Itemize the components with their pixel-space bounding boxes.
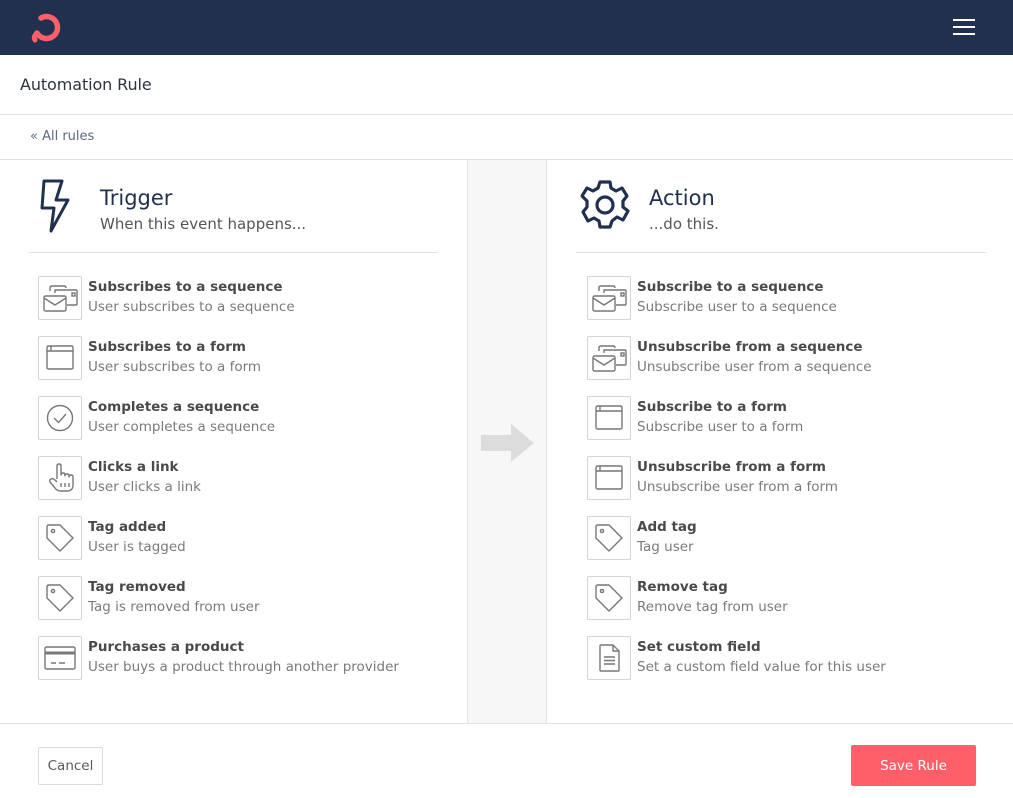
action-item-set-custom-field[interactable]: Set custom field Set a custom field valu… xyxy=(587,636,997,696)
item-description: User buys a product through another prov… xyxy=(88,659,399,675)
breadcrumb: « All rules xyxy=(0,115,1013,160)
item-description: Tag is removed from user xyxy=(88,599,260,615)
action-item-add-tag[interactable]: Add tag Tag user xyxy=(587,516,997,576)
item-title: Subscribe to a sequence xyxy=(637,279,824,295)
tag-icon xyxy=(38,576,82,620)
item-title: Add tag xyxy=(637,519,697,535)
item-description: Set a custom field value for this user xyxy=(637,659,886,675)
lightning-bolt-icon xyxy=(40,179,70,233)
arrow-right-icon xyxy=(481,424,534,462)
item-description: User clicks a link xyxy=(88,479,201,495)
footer-bar: Cancel Save Rule xyxy=(0,723,1013,798)
trigger-header: Trigger When this event happens... xyxy=(28,160,438,253)
credit-card-icon xyxy=(38,636,82,680)
top-nav-bar xyxy=(0,0,1013,55)
item-description: Tag user xyxy=(637,539,694,555)
item-description: Unsubscribe user from a form xyxy=(637,479,839,495)
trigger-item-clicks-link[interactable]: Clicks a link User clicks a link xyxy=(38,456,448,516)
trigger-title: Trigger xyxy=(100,186,173,210)
action-title: Action xyxy=(649,186,715,210)
item-title: Unsubscribe from a sequence xyxy=(637,339,863,355)
item-title: Subscribe to a form xyxy=(637,399,787,415)
trigger-item-subscribes-form[interactable]: Subscribes to a form User subscribes to … xyxy=(38,336,448,396)
item-description: User subscribes to a form xyxy=(88,359,262,375)
action-header: Action ...do this. xyxy=(576,160,986,253)
item-description: Subscribe user to a form xyxy=(637,419,804,435)
page-header: Automation Rule xyxy=(0,55,1013,115)
trigger-subtitle: When this event happens... xyxy=(100,215,307,233)
action-item-unsubscribe-sequence[interactable]: Unsubscribe from a sequence Unsubscribe … xyxy=(587,336,997,396)
action-list: Subscribe to a sequence Subscribe user t… xyxy=(587,276,997,696)
form-window-icon xyxy=(587,396,631,440)
item-title: Purchases a product xyxy=(88,639,244,655)
trigger-panel: Trigger When this event happens... Subsc… xyxy=(0,160,467,723)
item-title: Completes a sequence xyxy=(88,399,260,415)
sequence-envelope-icon xyxy=(587,336,631,380)
gear-icon xyxy=(580,180,630,229)
item-description: User subscribes to a sequence xyxy=(88,299,295,315)
check-circle-icon xyxy=(38,396,82,440)
action-panel: Action ...do this. Subscribe to a sequen… xyxy=(547,160,1013,723)
ring-logo-icon[interactable] xyxy=(29,11,63,43)
item-description: Remove tag from user xyxy=(637,599,788,615)
item-description: Subscribe user to a sequence xyxy=(637,299,837,315)
trigger-item-tag-added[interactable]: Tag added User is tagged xyxy=(38,516,448,576)
page-title: Automation Rule xyxy=(20,75,152,94)
tag-icon xyxy=(587,576,631,620)
tag-icon xyxy=(587,516,631,560)
sequence-envelope-icon xyxy=(38,276,82,320)
item-title: Clicks a link xyxy=(88,459,179,475)
trigger-list: Subscribes to a sequence User subscribes… xyxy=(38,276,448,696)
save-rule-button[interactable]: Save Rule xyxy=(851,745,976,786)
item-description: Unsubscribe user from a sequence xyxy=(637,359,872,375)
item-title: Set custom field xyxy=(637,639,761,655)
trigger-item-purchases-product[interactable]: Purchases a product User buys a product … xyxy=(38,636,448,696)
document-icon xyxy=(587,636,631,680)
item-title: Subscribes to a sequence xyxy=(88,279,283,295)
cancel-button[interactable]: Cancel xyxy=(38,747,103,785)
action-item-unsubscribe-form[interactable]: Unsubscribe from a form Unsubscribe user… xyxy=(587,456,997,516)
item-title: Remove tag xyxy=(637,579,728,595)
action-item-remove-tag[interactable]: Remove tag Remove tag from user xyxy=(587,576,997,636)
tag-icon xyxy=(38,516,82,560)
sequence-envelope-icon xyxy=(587,276,631,320)
trigger-item-tag-removed[interactable]: Tag removed Tag is removed from user xyxy=(38,576,448,636)
item-description: User is tagged xyxy=(88,539,186,555)
connector-column xyxy=(467,160,547,723)
item-title: Tag added xyxy=(88,519,167,535)
action-subtitle: ...do this. xyxy=(649,215,719,233)
trigger-item-subscribes-sequence[interactable]: Subscribes to a sequence User subscribes… xyxy=(38,276,448,336)
item-title: Subscribes to a form xyxy=(88,339,246,355)
action-item-subscribe-form[interactable]: Subscribe to a form Subscribe user to a … xyxy=(587,396,997,456)
item-title: Tag removed xyxy=(88,579,186,595)
action-item-subscribe-sequence[interactable]: Subscribe to a sequence Subscribe user t… xyxy=(587,276,997,336)
item-title: Unsubscribe from a form xyxy=(637,459,826,475)
form-window-icon xyxy=(38,336,82,380)
form-window-icon xyxy=(587,456,631,500)
all-rules-link[interactable]: « All rules xyxy=(30,129,94,144)
hamburger-menu-icon[interactable] xyxy=(953,17,979,37)
hand-pointer-icon xyxy=(38,456,82,500)
item-description: User completes a sequence xyxy=(88,419,276,435)
trigger-item-completes-sequence[interactable]: Completes a sequence User completes a se… xyxy=(38,396,448,456)
